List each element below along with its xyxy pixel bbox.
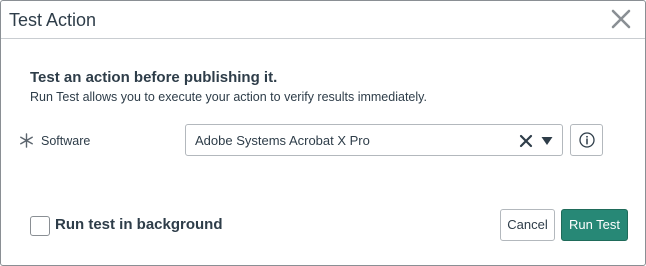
dialog-header: Test Action [1, 1, 645, 39]
software-select-value: Adobe Systems Acrobat X Pro [195, 133, 370, 148]
info-icon [579, 132, 595, 148]
background-checkbox[interactable] [30, 216, 50, 236]
intro-heading: Test an action before publishing it. [30, 69, 278, 86]
dialog-title: Test Action [9, 10, 97, 30]
software-select[interactable]: Adobe Systems Acrobat X Pro [185, 124, 563, 156]
info-button[interactable] [570, 124, 603, 156]
clear-icon[interactable] [519, 134, 533, 148]
software-label: Software [41, 134, 91, 148]
cancel-button[interactable]: Cancel [500, 209, 555, 241]
caret-down-icon[interactable] [541, 136, 553, 146]
close-button[interactable] [609, 7, 633, 31]
test-action-dialog: Test Action Test an action before publis… [0, 0, 646, 266]
asterisk-icon [19, 133, 34, 148]
background-checkbox-label[interactable]: Run test in background [55, 216, 223, 234]
intro-description: Run Test allows you to execute your acti… [30, 90, 427, 104]
close-icon [611, 9, 631, 29]
run-test-button[interactable]: Run Test [561, 209, 628, 241]
